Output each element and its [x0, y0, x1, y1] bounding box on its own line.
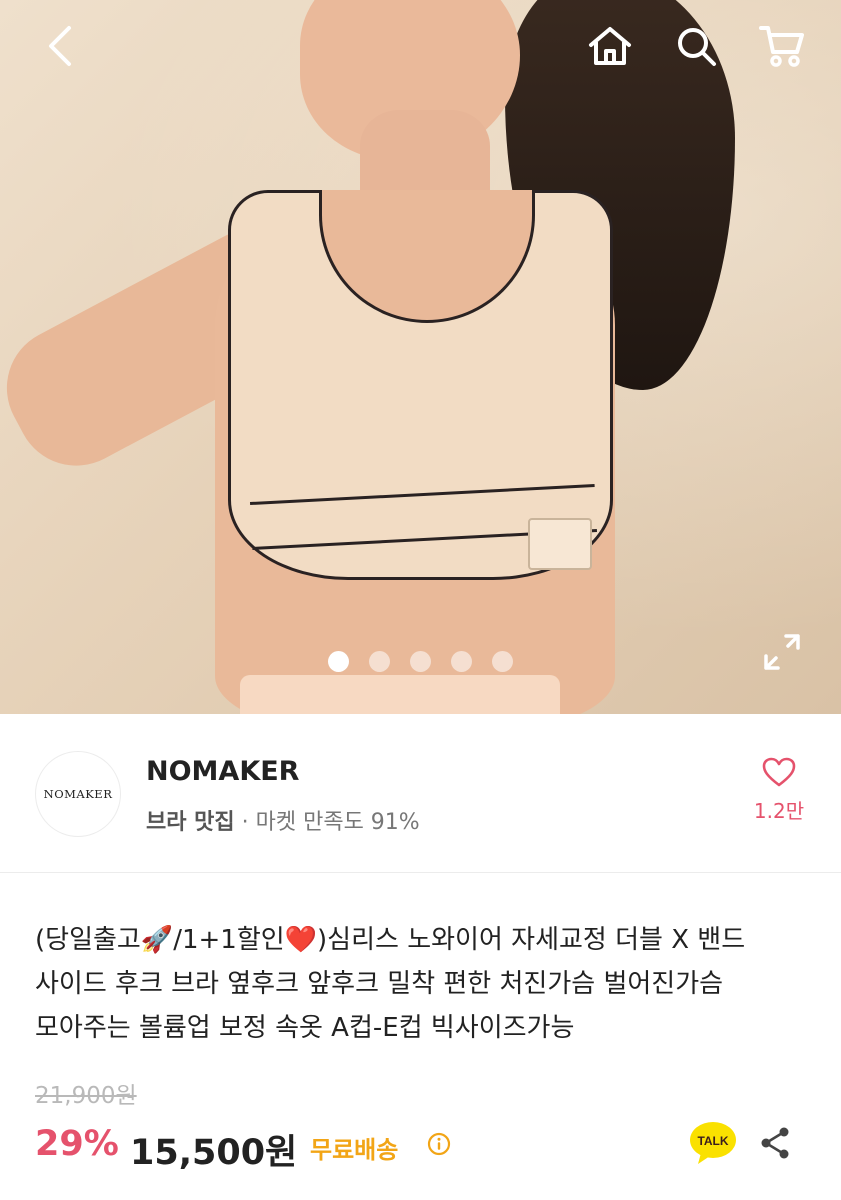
carousel-dot-active[interactable] [328, 651, 349, 672]
bra-side-hook [528, 518, 592, 570]
discount-rate: 29% [35, 1124, 119, 1164]
carousel-dot[interactable] [410, 651, 431, 672]
share-icon[interactable] [758, 1126, 792, 1160]
product-image-carousel[interactable] [0, 0, 841, 714]
seller-subtitle: 브라 맛집 · 마켓 만족도 91% [146, 804, 420, 836]
heart-icon [762, 757, 796, 787]
like-count: 1.2만 [753, 799, 805, 823]
seller-name[interactable]: NOMAKER [146, 756, 299, 787]
like-button[interactable]: 1.2만 [748, 757, 810, 824]
carousel-dot[interactable] [369, 651, 390, 672]
product-bra [228, 190, 613, 580]
original-price: 21,900원 [35, 1083, 137, 1109]
carousel-dot[interactable] [492, 651, 513, 672]
seller-logo[interactable]: NOMAKER [35, 751, 121, 837]
search-icon[interactable] [672, 22, 720, 70]
expand-icon[interactable] [760, 630, 804, 674]
back-icon[interactable] [36, 22, 84, 70]
info-icon[interactable] [427, 1132, 451, 1156]
kakao-talk-icon[interactable]: TALK [689, 1120, 737, 1166]
cart-icon[interactable] [758, 22, 806, 70]
market-satisfaction: 마켓 만족도 91% [255, 810, 420, 835]
seller-category: 브라 맛집 [146, 810, 235, 835]
talk-label: TALK [697, 1134, 728, 1148]
seller-info[interactable]: NOMAKER NOMAKER 브라 맛집 · 마켓 만족도 91% 1.2만 [0, 714, 841, 873]
bra-neckline [319, 190, 535, 323]
model-pants [240, 675, 560, 714]
carousel-indicator [0, 651, 841, 673]
free-shipping-badge: 무료배송 [310, 1136, 399, 1164]
home-icon[interactable] [586, 22, 634, 70]
sale-price: 15,500원 [130, 1133, 298, 1173]
separator-dot: · [241, 810, 249, 835]
carousel-dot[interactable] [451, 651, 472, 672]
product-title: (당일출고🚀/1+1할인❤️)심리스 노와이어 자세교정 더블 X 밴드 사이드… [35, 925, 746, 1043]
seller-logo-text: NOMAKER [43, 787, 113, 801]
